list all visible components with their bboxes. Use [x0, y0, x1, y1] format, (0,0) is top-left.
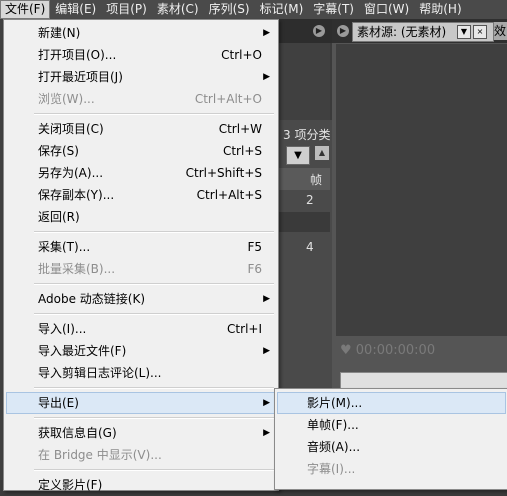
menu-project[interactable]: 项目(P)	[101, 0, 152, 19]
menu-item-import[interactable]: 导入(I)... Ctrl+I	[6, 318, 276, 340]
row-value: 4	[306, 240, 314, 254]
menu-item-label: 导入剪辑日志评论(L)...	[38, 366, 162, 380]
menu-separator	[34, 417, 274, 419]
submenu-arrow-icon: ▶	[263, 294, 270, 304]
menu-item-open-project[interactable]: 打开项目(O)... Ctrl+O	[6, 44, 276, 66]
menu-item-label: 影片(M)...	[307, 396, 363, 410]
menu-bar: 文件(F) 编辑(E) 项目(P) 素材(C) 序列(S) 标记(M) 字幕(T…	[0, 0, 507, 20]
menu-title[interactable]: 字幕(T)	[308, 0, 359, 19]
menu-item-label: 保存(S)	[38, 144, 79, 158]
menu-separator	[34, 313, 274, 315]
menu-item-label: 音频(A)...	[307, 440, 361, 454]
menu-item-batch-capture[interactable]: 批量采集(B)... F6	[6, 258, 276, 280]
table-row[interactable]	[270, 212, 330, 232]
menu-item-import-clip-notes[interactable]: 导入剪辑日志评论(L)...	[6, 362, 276, 384]
menu-item-label: 返回(R)	[38, 210, 80, 224]
menu-separator	[34, 387, 274, 389]
menu-item-new[interactable]: 新建(N) ▶	[6, 22, 276, 44]
menu-item-get-info-from[interactable]: 获取信息自(G) ▶	[6, 422, 276, 444]
row-value: 2	[306, 193, 314, 207]
menu-help[interactable]: 帮助(H)	[414, 0, 466, 19]
menu-item-label: 单帧(F)...	[307, 418, 359, 432]
menu-window[interactable]: 窗口(W)	[359, 0, 414, 19]
menu-separator	[34, 231, 274, 233]
timecode-display[interactable]: ♥ 00:00:00:00	[340, 343, 435, 358]
export-item-audio[interactable]: 音频(A)...	[277, 436, 506, 458]
scroll-up-icon[interactable]: ▲	[315, 146, 329, 160]
menu-edit[interactable]: 编辑(E)	[50, 0, 101, 19]
close-icon[interactable]: ×	[473, 25, 487, 39]
monitor-viewport	[336, 44, 507, 336]
menu-item-shortcut: Ctrl+Shift+S	[185, 166, 262, 180]
menu-separator	[34, 113, 274, 115]
submenu-arrow-icon: ▶	[263, 428, 270, 438]
export-submenu: 影片(M)... 单帧(F)... 音频(A)... 字幕(I)...	[274, 388, 507, 490]
menu-item-label: 采集(T)...	[38, 240, 91, 254]
menu-item-label: 保存副本(Y)...	[38, 188, 115, 202]
menu-item-label: 导入(I)...	[38, 322, 87, 336]
view-dropdown-button[interactable]: ▼	[286, 146, 310, 165]
menu-sequence[interactable]: 序列(S)	[204, 0, 255, 19]
menu-item-shortcut: Ctrl+O	[221, 48, 262, 62]
menu-marker[interactable]: 标记(M)	[255, 0, 309, 19]
menu-item-shortcut: F6	[247, 262, 262, 276]
panel-menu-icon[interactable]: ▶	[313, 25, 325, 37]
menu-item-define-movie[interactable]: 定义影片(F)	[6, 474, 276, 496]
menu-item-label: 新建(N)	[38, 26, 81, 40]
export-item-title[interactable]: 字幕(I)...	[277, 458, 506, 480]
submenu-arrow-icon: ▶	[263, 72, 270, 82]
menu-item-label: 获取信息自(G)	[38, 426, 117, 440]
export-item-frame[interactable]: 单帧(F)...	[277, 414, 506, 436]
menu-item-label: 浏览(W)...	[38, 92, 95, 106]
menu-item-label: 在 Bridge 中显示(V)...	[38, 448, 162, 462]
menu-item-save[interactable]: 保存(S) Ctrl+S	[6, 140, 276, 162]
tab-source-label: 素材源: (无素材)	[357, 25, 447, 39]
submenu-arrow-icon: ▶	[263, 398, 270, 408]
menu-item-shortcut: Ctrl+I	[227, 322, 262, 336]
column-header[interactable]: 帧	[270, 168, 330, 190]
menu-separator	[34, 469, 274, 471]
column-header-label: 帧	[309, 173, 322, 187]
menu-item-export[interactable]: 导出(E) ▶	[6, 392, 276, 414]
menu-item-label: 定义影片(F)	[38, 478, 103, 492]
menu-item-reveal-in-bridge[interactable]: 在 Bridge 中显示(V)...	[6, 444, 276, 466]
menu-item-label: 关闭项目(C)	[38, 122, 104, 136]
bin-count-label: 3 项分类	[283, 128, 331, 142]
menu-item-browse[interactable]: 浏览(W)... Ctrl+Alt+O	[6, 88, 276, 110]
menu-item-label: Adobe 动态链接(K)	[38, 292, 146, 306]
tab-source-monitor[interactable]: 素材源: (无素材) ▼ ×	[352, 22, 494, 42]
menu-item-label: 打开最近项目(J)	[38, 70, 123, 84]
menu-item-capture[interactable]: 采集(T)... F5	[6, 236, 276, 258]
panel-menu-icon[interactable]: ▶	[337, 25, 349, 37]
menu-item-save-as[interactable]: 另存为(A)... Ctrl+Shift+S	[6, 162, 276, 184]
file-menu: 新建(N) ▶ 打开项目(O)... Ctrl+O 打开最近项目(J) ▶ 浏览(W)...…	[3, 19, 279, 492]
menu-item-close-project[interactable]: 关闭项目(C) Ctrl+W	[6, 118, 276, 140]
menu-file[interactable]: 文件(F)	[0, 0, 51, 19]
menu-item-shortcut: F5	[247, 240, 262, 254]
menu-item-shortcut: Ctrl+W	[218, 122, 262, 136]
menu-item-dynamic-link[interactable]: Adobe 动态链接(K) ▶	[6, 288, 276, 310]
menu-item-shortcut: Ctrl+S	[222, 144, 262, 158]
menu-item-import-recent[interactable]: 导入最近文件(F) ▶	[6, 340, 276, 362]
menu-item-revert[interactable]: 返回(R)	[6, 206, 276, 228]
menu-item-label: 打开项目(O)...	[38, 48, 117, 62]
menu-item-label: 导出(E)	[38, 396, 79, 410]
tab-effects[interactable]: 效	[494, 22, 507, 40]
menu-item-label: 批量采集(B)...	[38, 262, 116, 276]
menu-clip[interactable]: 素材(C)	[152, 0, 204, 19]
dropdown-icon[interactable]: ▼	[457, 25, 471, 39]
menu-item-save-copy[interactable]: 保存副本(Y)... Ctrl+Alt+S	[6, 184, 276, 206]
menu-item-label: 另存为(A)...	[38, 166, 104, 180]
submenu-arrow-icon: ▶	[263, 28, 270, 38]
menu-separator	[34, 283, 274, 285]
menu-item-shortcut: Ctrl+Alt+S	[196, 188, 262, 202]
export-item-movie[interactable]: 影片(M)...	[277, 392, 506, 414]
menu-item-shortcut: Ctrl+Alt+O	[194, 92, 262, 106]
submenu-arrow-icon: ▶	[263, 346, 270, 356]
menu-item-label: 导入最近文件(F)	[38, 344, 127, 358]
menu-item-label: 字幕(I)...	[307, 462, 356, 476]
menu-item-open-recent[interactable]: 打开最近项目(J) ▶	[6, 66, 276, 88]
